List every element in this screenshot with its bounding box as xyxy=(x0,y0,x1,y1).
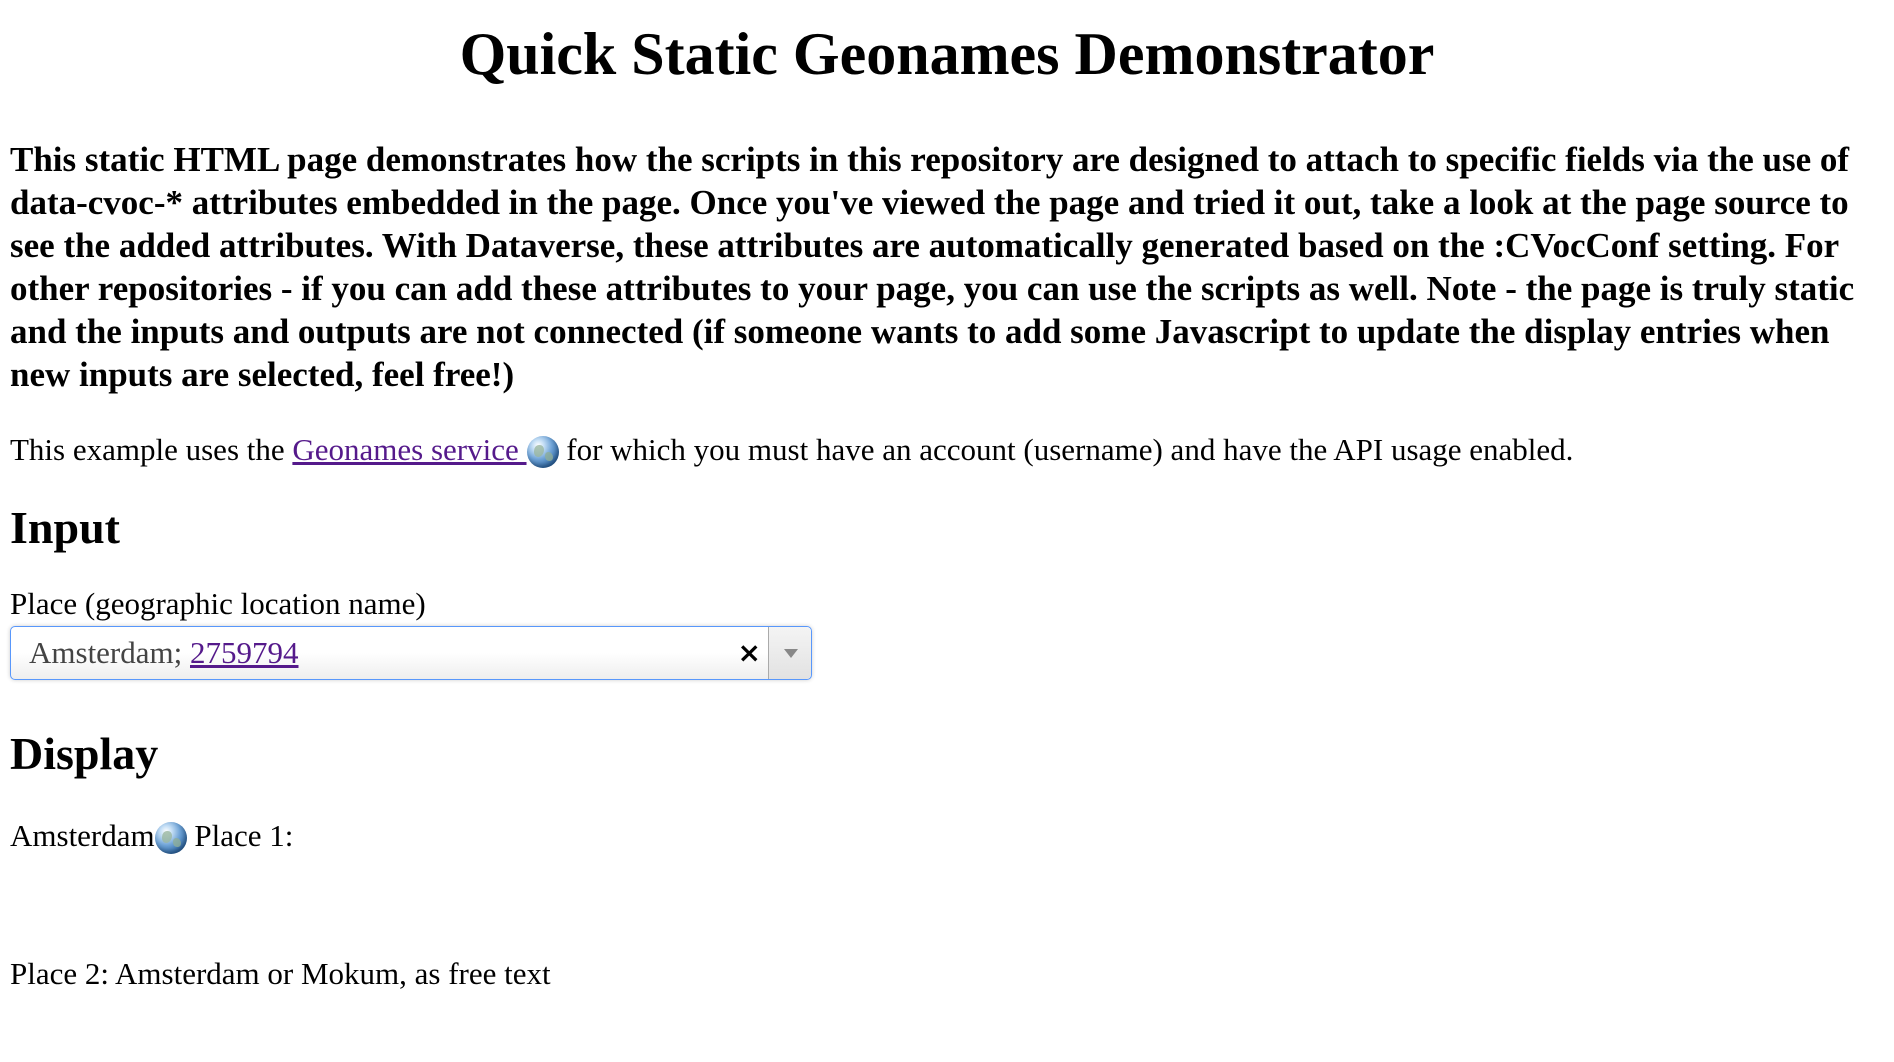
place2-display: Place 2: Amsterdam or Mokum, as free tex… xyxy=(10,956,551,991)
place-select[interactable]: Amsterdam; 2759794 × xyxy=(10,626,812,680)
geonames-service-link-text[interactable]: Geonames service xyxy=(292,432,526,467)
place-field-label: Place (geographic location name) xyxy=(10,586,426,621)
place1-name: Amsterdam xyxy=(10,818,155,853)
dropdown-arrow-icon[interactable] xyxy=(768,627,811,679)
geonames-id-link[interactable]: 2759794 xyxy=(190,635,299,670)
geonames-service-link[interactable]: Geonames service xyxy=(292,432,559,468)
page: Quick Static Geonames Demonstrator This … xyxy=(0,0,1894,994)
globe-icon[interactable] xyxy=(154,822,187,854)
service-description: This example uses the Geonames service f… xyxy=(10,430,1884,470)
display-heading: Display xyxy=(10,728,159,779)
place1-label: Place 1: xyxy=(186,818,294,853)
globe-icon[interactable] xyxy=(526,436,559,468)
clear-selection-icon[interactable]: × xyxy=(738,627,761,679)
intro-paragraph: This static HTML page demonstrates how t… xyxy=(10,140,1855,394)
place-select-value-text: Amsterdam; xyxy=(29,635,190,670)
service-prefix: This example uses the xyxy=(10,432,293,467)
service-suffix: for which you must have an account (user… xyxy=(558,432,1574,467)
place-select-value[interactable]: Amsterdam; 2759794 xyxy=(29,627,299,679)
input-heading: Input xyxy=(10,502,120,553)
place1-display: Amsterdam Place 1: xyxy=(10,816,1884,856)
page-title: Quick Static Geonames Demonstrator xyxy=(459,21,1435,87)
